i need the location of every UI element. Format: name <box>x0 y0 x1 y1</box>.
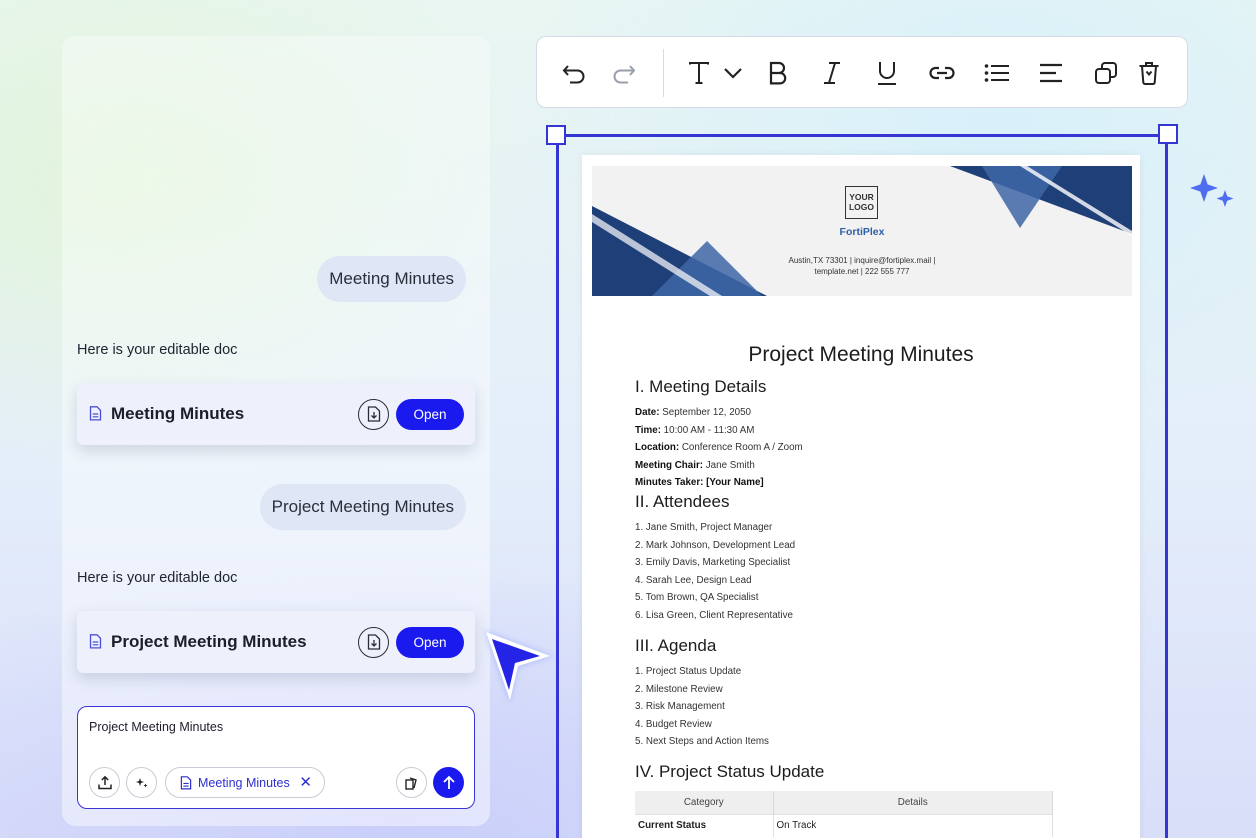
sparkle-icon <box>135 777 147 787</box>
close-icon[interactable]: ✕ <box>299 775 312 790</box>
bullet-list-icon[interactable] <box>983 59 1011 87</box>
pointer-cursor-icon <box>478 622 558 717</box>
attendee-item: 3. Emily Davis, Marketing Specialist <box>635 557 791 568</box>
underline-icon[interactable] <box>873 59 901 87</box>
download-icon <box>367 634 380 650</box>
logo-text: LOGO <box>848 202 875 212</box>
logo-placeholder: YOUR LOGO <box>845 186 878 219</box>
link-icon[interactable] <box>928 59 956 87</box>
detail-line: Minutes Taker: [Your Name] <box>635 477 764 488</box>
bot-message-text: Here is your editable doc <box>77 342 238 358</box>
document-icon <box>89 406 103 422</box>
toolbar-divider <box>663 49 664 97</box>
chat-panel: Meeting Minutes Here is your editable do… <box>62 36 490 826</box>
attendee-item: 1. Jane Smith, Project Manager <box>635 522 773 533</box>
table-row: Current Status On Track <box>635 813 1053 837</box>
chevron-down-icon[interactable] <box>719 59 747 87</box>
chat-input-text[interactable]: Project Meeting Minutes <box>89 720 223 734</box>
table-header-row: Category Details <box>635 791 1053 814</box>
logo-text: YOUR <box>849 192 874 202</box>
magic-button[interactable] <box>126 767 157 798</box>
open-button[interactable]: Open <box>396 398 464 430</box>
user-message-bubble: Project Meeting Minutes <box>259 484 466 530</box>
open-button[interactable]: Open <box>396 626 464 658</box>
upload-button[interactable] <box>89 767 120 798</box>
section-heading: IV. Project Status Update <box>635 762 825 781</box>
shapes-icon <box>404 776 417 790</box>
bold-icon[interactable] <box>764 59 792 87</box>
ai-sparkle-icon <box>1190 174 1238 219</box>
redo-icon[interactable] <box>609 59 637 87</box>
align-left-icon[interactable] <box>1037 59 1065 87</box>
resize-handle-top-left[interactable] <box>546 125 566 145</box>
attendee-item: 6. Lisa Green, Client Representative <box>635 610 793 621</box>
agenda-item: 4. Budget Review <box>635 719 712 730</box>
bot-message-text: Here is your editable doc <box>77 570 238 586</box>
agenda-item: 3. Risk Management <box>635 701 725 712</box>
attendee-item: 4. Sarah Lee, Design Lead <box>635 575 752 586</box>
company-address: Austin,TX 73301 | inquire@fortiplex.mail… <box>592 255 1132 277</box>
download-button[interactable] <box>358 626 389 658</box>
agenda-item: 5. Next Steps and Action Items <box>635 736 769 747</box>
section-heading: III. Agenda <box>635 636 717 655</box>
delete-icon[interactable] <box>1135 59 1163 87</box>
arrow-up-icon <box>442 775 455 789</box>
upload-icon <box>97 775 112 789</box>
document-page[interactable]: YOUR LOGO FortiPlex Austin,TX 73301 | in… <box>582 155 1140 838</box>
section-heading: II. Attendees <box>635 492 730 511</box>
send-button[interactable] <box>433 767 464 798</box>
document-icon <box>89 634 103 650</box>
undo-icon[interactable] <box>561 59 589 87</box>
download-icon <box>367 406 380 422</box>
table-cell: Current Status <box>635 813 774 837</box>
doc-card[interactable]: Project Meeting Minutes Open <box>77 611 475 673</box>
formatting-toolbar <box>536 36 1188 108</box>
address-line: template.net | 222 555 777 <box>814 267 910 276</box>
resize-handle-top-right[interactable] <box>1158 124 1178 144</box>
doc-card[interactable]: Meeting Minutes Open <box>77 383 475 445</box>
table-header: Category <box>635 791 774 814</box>
text-style-icon[interactable] <box>685 59 713 87</box>
attendee-item: 2. Mark Johnson, Development Lead <box>635 540 796 551</box>
company-name: FortiPlex <box>839 226 885 238</box>
detail-line: Time: 10:00 AM - 11:30 AM <box>635 425 755 436</box>
italic-icon[interactable] <box>818 59 846 87</box>
template-chip[interactable]: Meeting Minutes ✕ <box>165 767 325 798</box>
template-button[interactable] <box>396 767 427 798</box>
agenda-item: 2. Milestone Review <box>635 684 723 695</box>
detail-line: Meeting Chair: Jane Smith <box>635 460 755 471</box>
agenda-item: 1. Project Status Update <box>635 666 742 677</box>
document-title: Project Meeting Minutes <box>748 343 974 366</box>
section-heading: I. Meeting Details <box>635 377 767 396</box>
address-line: Austin,TX 73301 | inquire@fortiplex.mail… <box>788 256 936 265</box>
doc-card-title: Meeting Minutes <box>111 404 245 423</box>
document-icon <box>180 775 192 790</box>
download-button[interactable] <box>358 398 389 430</box>
detail-line: Date: September 12, 2050 <box>635 407 752 418</box>
detail-line: Location: Conference Room A / Zoom <box>635 442 803 453</box>
table-header: Details <box>773 791 1053 814</box>
attendee-item: 5. Tom Brown, QA Specialist <box>635 592 759 603</box>
user-message-bubble: Meeting Minutes <box>317 256 466 302</box>
table-cell: On Track <box>773 813 1053 837</box>
doc-card-title: Project Meeting Minutes <box>111 632 307 651</box>
chat-input-box[interactable]: Project Meeting Minutes Meeting Minutes … <box>77 706 475 809</box>
status-table: Category Details Current Status On Track <box>635 791 1053 837</box>
letterhead: YOUR LOGO FortiPlex Austin,TX 73301 | in… <box>592 166 1132 296</box>
duplicate-icon[interactable] <box>1092 59 1120 87</box>
chip-label: Meeting Minutes <box>198 775 290 790</box>
